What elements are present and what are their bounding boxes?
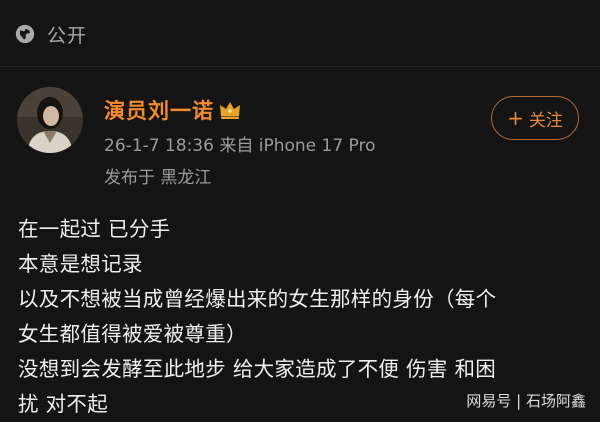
post-line: 没想到会发酵至此地步 给大家造成了不便 伤害 和困 — [18, 357, 497, 381]
post-location: 发布于 黑龙江 — [104, 168, 212, 188]
watermark: 网易号 | 石场阿鑫 — [462, 388, 590, 413]
post-line: 女生都值得被爱被尊重） — [18, 322, 247, 346]
follow-label: 关注 — [528, 110, 563, 131]
visibility-label: 公开 — [47, 24, 88, 47]
crown-icon — [220, 102, 240, 119]
globe-icon — [15, 24, 35, 44]
post-line: 在一起过 已分手 — [18, 217, 171, 241]
avatar[interactable] — [17, 87, 83, 153]
author-name-row: 演员刘一诺 — [104, 94, 242, 126]
author-name[interactable]: 演员刘一诺 — [104, 95, 214, 125]
post-meta: 26-1-7 18:36 来自 iPhone 17 Pro — [104, 136, 376, 156]
post-line: 本意是想记录 — [18, 252, 143, 276]
follow-button[interactable]: + 关注 — [491, 96, 579, 140]
header-divider — [0, 66, 600, 67]
post-line: 以及不想被当成曾经爆出来的女生那样的身份（每个 — [18, 287, 497, 311]
avatar-image — [17, 87, 83, 153]
visibility-indicator: 公开 — [14, 20, 87, 48]
plus-icon: + — [507, 106, 524, 130]
